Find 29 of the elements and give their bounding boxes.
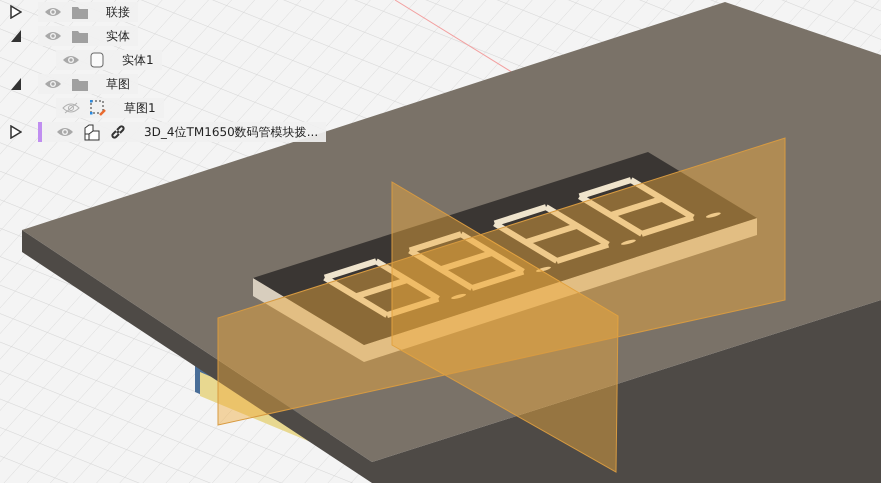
cylinder-icon <box>90 52 104 68</box>
eye-slash-icon[interactable] <box>62 102 80 114</box>
item-label: 实体 <box>106 28 130 44</box>
collapsed-triangle-icon[interactable] <box>10 5 22 19</box>
eye-icon[interactable] <box>44 78 62 90</box>
browser-item[interactable]: 草图1 <box>56 98 164 118</box>
item-label: 联接 <box>106 4 130 20</box>
eye-icon[interactable] <box>44 30 62 42</box>
collapsed-triangle-icon[interactable] <box>10 125 22 139</box>
folder-icon <box>72 78 88 90</box>
color-bar <box>38 122 42 142</box>
browser-item[interactable]: 联接 <box>38 2 138 22</box>
browser-item[interactable]: 3D_4位TM1650数码管模块拨... <box>38 122 326 142</box>
component-icon <box>84 124 100 140</box>
browser-item[interactable]: 草图 <box>38 74 138 94</box>
sketch-icon <box>90 100 106 116</box>
expanded-triangle-icon[interactable] <box>10 77 22 91</box>
folder-icon <box>72 30 88 42</box>
folder-icon <box>72 6 88 18</box>
item-label: 草图 <box>106 76 130 92</box>
eye-icon[interactable] <box>44 6 62 18</box>
eye-icon[interactable] <box>62 54 80 66</box>
browser-item[interactable]: 实体 <box>38 26 138 46</box>
browser-item[interactable]: 实体1 <box>56 50 162 70</box>
item-label: 草图1 <box>124 100 156 116</box>
eye-icon[interactable] <box>56 126 74 138</box>
item-label: 实体1 <box>122 52 154 68</box>
expanded-triangle-icon[interactable] <box>10 29 22 43</box>
item-label: 3D_4位TM1650数码管模块拨... <box>144 124 318 140</box>
